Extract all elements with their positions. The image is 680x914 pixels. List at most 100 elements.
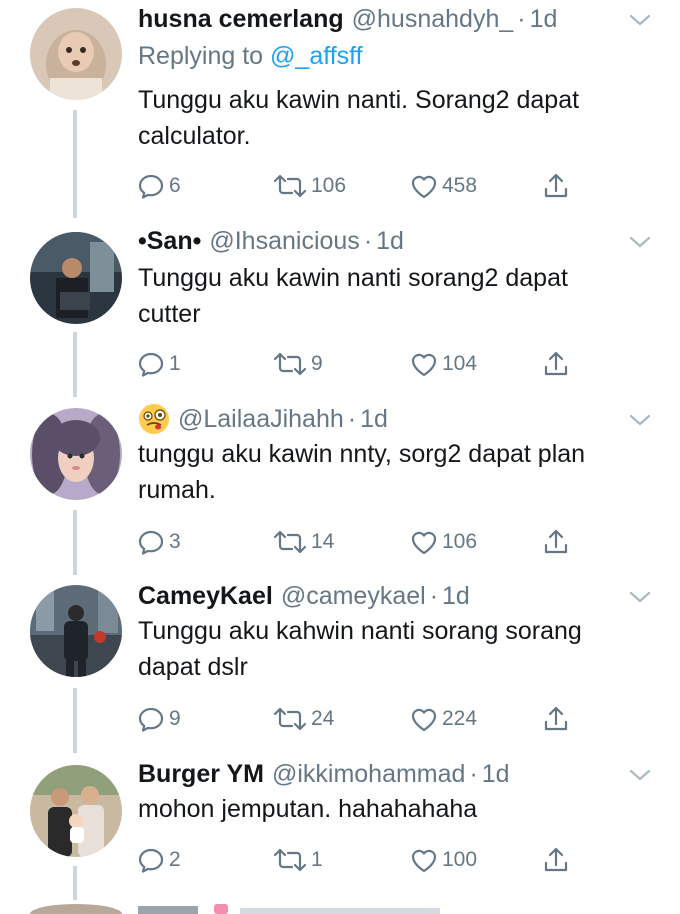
like-button[interactable]: 106 — [409, 526, 477, 558]
chevron-down-icon[interactable] — [626, 761, 654, 789]
tweet-header: Burger YM @ikkimohammad · 1d — [138, 755, 510, 793]
timestamp[interactable]: 1d — [376, 222, 404, 260]
display-name[interactable]: husna cemerlang — [138, 0, 344, 38]
like-icon — [409, 704, 439, 734]
tweet[interactable]: •San• @Ihsanicious · 1d Tunggu aku kawin… — [0, 222, 680, 400]
share-button[interactable] — [541, 348, 571, 380]
like-button[interactable]: 458 — [409, 170, 477, 202]
like-count: 100 — [442, 848, 478, 871]
next-tweet-partial — [0, 900, 680, 914]
like-button[interactable]: 224 — [409, 703, 477, 735]
like-button[interactable]: 104 — [409, 348, 477, 380]
like-button[interactable]: 100 — [409, 844, 477, 876]
tweet[interactable]: CameyKael @cameykael · 1d Tunggu aku kah… — [0, 577, 680, 755]
display-name[interactable]: Burger YM — [138, 755, 264, 793]
reply-mention-link[interactable]: @_affsff — [270, 42, 363, 70]
share-button[interactable] — [541, 703, 571, 735]
like-count: 458 — [442, 174, 478, 197]
timestamp[interactable]: 1d — [482, 755, 510, 793]
share-icon — [541, 527, 571, 557]
user-handle[interactable]: @ikkimohammad — [272, 755, 465, 793]
display-name[interactable]: CameyKael — [138, 577, 273, 615]
like-icon — [409, 527, 439, 557]
retweet-icon — [272, 527, 308, 557]
reply-button[interactable]: 9 — [136, 703, 181, 735]
reply-count: 9 — [169, 707, 181, 730]
avatar[interactable] — [30, 765, 122, 857]
tweet-actions: 9 24 224 — [136, 703, 596, 735]
share-button[interactable] — [541, 170, 571, 202]
reply-count: 1 — [169, 352, 181, 375]
dizzy-face-emoji — [139, 404, 169, 434]
reply-count: 6 — [169, 174, 181, 197]
retweet-count: 1 — [311, 848, 323, 871]
tweet-actions: 2 1 100 — [136, 844, 596, 876]
separator-dot: · — [429, 582, 439, 610]
reply-count: 3 — [169, 530, 181, 553]
reply-button[interactable]: 1 — [136, 348, 181, 380]
retweet-button[interactable]: 1 — [272, 844, 323, 876]
timestamp[interactable]: 1d — [530, 0, 558, 38]
replying-to-label: Replying to — [138, 42, 271, 70]
retweet-button[interactable]: 106 — [272, 170, 346, 202]
retweet-button[interactable]: 14 — [272, 526, 334, 558]
like-icon — [409, 171, 439, 201]
reply-button[interactable]: 6 — [136, 170, 181, 202]
share-icon — [541, 704, 571, 734]
tweet[interactable]: husna cemerlang @husnahdyh_ · 1d Replyin… — [0, 0, 680, 220]
share-icon — [541, 349, 571, 379]
reply-button[interactable]: 3 — [136, 526, 181, 558]
replying-to: Replying to @_affsff — [138, 38, 363, 74]
like-icon — [409, 349, 439, 379]
tweet-text: mohon jemputan. hahahahaha — [138, 795, 478, 823]
share-icon — [541, 845, 571, 875]
avatar[interactable] — [30, 232, 122, 324]
retweet-button[interactable]: 9 — [272, 348, 323, 380]
chevron-down-icon[interactable] — [626, 583, 654, 611]
reply-button[interactable]: 2 — [136, 844, 181, 876]
tweet[interactable]: Burger YM @ikkimohammad · 1d mohon jempu… — [0, 755, 680, 900]
reply-icon — [136, 704, 166, 734]
tweet-actions: 1 9 104 — [136, 348, 596, 380]
tweet-header: CameyKael @cameykael · 1d — [138, 577, 470, 615]
timestamp[interactable]: 1d — [442, 577, 470, 615]
user-handle[interactable]: @LailaaJihahh — [178, 400, 344, 438]
avatar[interactable] — [30, 408, 122, 500]
like-icon — [409, 845, 439, 875]
share-icon — [541, 171, 571, 201]
retweet-button[interactable]: 24 — [272, 703, 334, 735]
tweet-text: tunggu aku kawin nnty, sorg2 dapat plan … — [138, 440, 586, 504]
separator-dot: · — [517, 5, 526, 33]
like-count: 224 — [442, 707, 478, 730]
retweet-icon — [272, 349, 308, 379]
tweet-actions: 6 106 458 — [136, 170, 596, 202]
share-button[interactable] — [541, 526, 571, 558]
retweet-count: 14 — [311, 530, 335, 553]
reply-icon — [136, 845, 166, 875]
like-count: 106 — [442, 530, 478, 553]
display-name[interactable]: •San• — [138, 222, 201, 260]
retweet-count: 9 — [311, 352, 323, 375]
retweet-icon — [272, 704, 308, 734]
like-count: 104 — [442, 352, 478, 375]
chevron-down-icon[interactable] — [626, 228, 654, 256]
chevron-down-icon[interactable] — [626, 406, 654, 434]
avatar[interactable] — [30, 8, 122, 100]
retweet-icon — [272, 845, 308, 875]
tweet-header: husna cemerlang @husnahdyh_ · 1d — [138, 0, 557, 38]
tweet-actions: 3 14 106 — [136, 526, 596, 558]
share-button[interactable] — [541, 844, 571, 876]
avatar[interactable] — [30, 585, 122, 677]
timestamp[interactable]: 1d — [360, 400, 388, 438]
reply-count: 2 — [169, 848, 181, 871]
reply-icon — [136, 349, 166, 379]
retweet-icon — [272, 171, 308, 201]
separator-dot: · — [347, 405, 357, 433]
chevron-down-icon[interactable] — [626, 6, 654, 34]
tweet[interactable]: @LailaaJihahh · 1d tunggu aku kawin nnty… — [0, 400, 680, 578]
user-handle[interactable]: @cameykael — [281, 577, 426, 615]
reply-icon — [136, 527, 166, 557]
user-handle[interactable]: @Ihsanicious — [209, 222, 359, 260]
reply-icon — [136, 171, 166, 201]
user-handle[interactable]: @husnahdyh_ — [352, 0, 514, 38]
